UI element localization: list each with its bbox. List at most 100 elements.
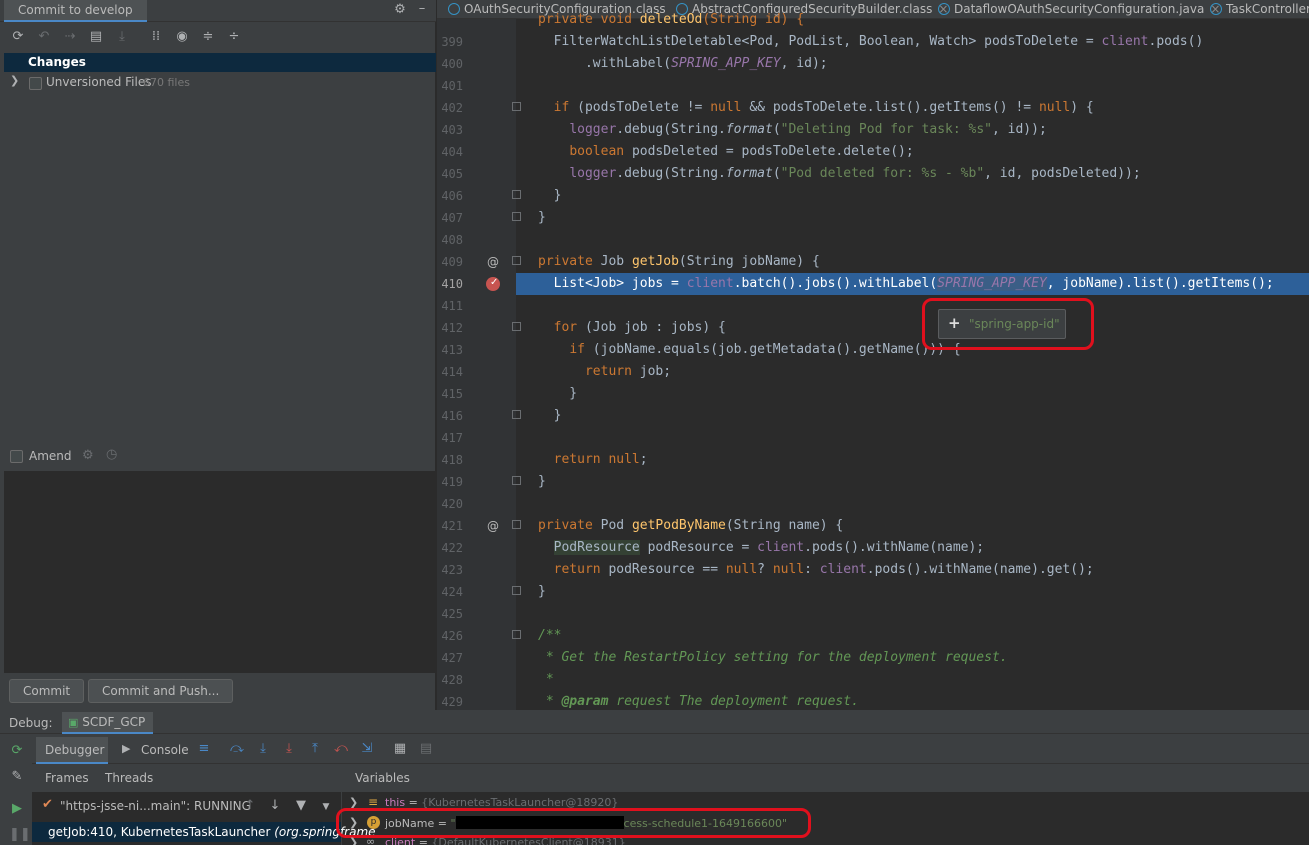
resume-icon[interactable]: ▶ [9,801,25,817]
fold-marker-icon[interactable] [512,190,521,199]
gear-icon[interactable]: ⚙ [82,448,94,463]
code-line[interactable]: return job; [538,364,671,379]
arrow-down-icon[interactable]: ↓ [267,798,283,814]
fold-marker-icon[interactable] [512,410,521,419]
unversioned-checkbox[interactable] [29,77,42,90]
console-icon: ▶ [122,742,131,755]
amend-label[interactable]: Amend [29,449,72,463]
code-line[interactable]: } [538,584,546,599]
chevron-down-icon[interactable]: ▼ [318,799,334,815]
tab-dataflow-oauth-security-configuration[interactable]: DataflowOAuthSecurityConfiguration.java × [938,0,1220,19]
tab-frames[interactable]: Frames [45,771,89,785]
rollback-icon[interactable]: ↶ [36,29,52,45]
code-line[interactable]: for (Job job : jobs) { [538,320,726,335]
chevron-right-icon[interactable]: ❯ [10,74,19,87]
code-line[interactable]: private void deleteOd(String id) { [538,12,804,27]
line-number: 404 [441,145,463,159]
code-line[interactable]: return null; [538,452,648,467]
expand-all-icon[interactable]: ≑ [200,29,216,45]
step-out-icon[interactable]: ⤒ [307,741,323,757]
code-line[interactable]: if (jobName.equals(job.getMetadata().get… [538,342,960,357]
tab-debugger[interactable]: Debugger [45,743,104,757]
code-line[interactable]: } [538,188,562,203]
code-line[interactable]: } [538,386,577,401]
code-line[interactable]: * @param request The deployment request. [538,694,859,709]
line-number: 418 [441,453,463,467]
force-step-into-icon[interactable]: ⤓ [281,741,297,757]
code-line[interactable]: /** [538,628,561,643]
override-marker-icon[interactable]: @ [487,519,499,533]
line-number: 416 [441,409,463,423]
menu-icon[interactable]: ≡ [196,741,212,757]
step-over-icon[interactable]: ⤼ [229,741,245,757]
code-line[interactable]: logger.debug(String.format("Pod deleted … [538,166,1140,181]
line-number: 401 [441,79,463,93]
code-line[interactable]: logger.debug(String.format("Deleting Pod… [538,122,1046,137]
minimize-icon[interactable]: – [414,1,430,17]
run-to-cursor-icon[interactable]: ⇲ [359,741,375,757]
refresh-icon[interactable]: ⟳ [10,29,26,45]
code-line[interactable]: } [538,210,546,225]
move-icon[interactable]: ⇢ [62,29,78,45]
chevron-right-icon[interactable]: ❯ [349,836,358,845]
trace-icon[interactable]: ▤ [418,741,434,757]
code-line[interactable]: } [538,408,562,423]
unversioned-files-label[interactable]: Unversioned Files [46,75,152,89]
fold-marker-icon[interactable] [512,102,521,111]
code-line[interactable]: * Get the RestartPolicy setting for the … [538,650,1008,665]
tab-console[interactable]: Console [141,743,189,757]
tab-threads[interactable]: Threads [105,771,153,785]
commit-and-push-button[interactable]: Commit and Push... [88,679,234,703]
settings-wrench-icon[interactable]: ✎ [9,769,25,785]
code-line[interactable]: FilterWatchListDeletable<Pod, PodList, B… [538,34,1204,49]
thread-selector[interactable]: "https-jsse-ni...main": RUNNING [60,799,251,813]
evaluate-icon[interactable]: ▦ [392,741,408,757]
amend-checkbox[interactable] [10,450,23,463]
fold-marker-icon[interactable] [512,586,521,595]
code-line[interactable]: boolean podsDeleted = podsToDelete.delet… [538,144,913,159]
line-number: 400 [441,57,463,71]
gear-icon[interactable]: ⚙ [392,2,408,18]
code-line[interactable]: return podResource == null? null: client… [538,562,1094,577]
code-line[interactable]: .withLabel(SPRING_APP_KEY, id); [538,56,828,71]
step-into-icon[interactable]: ⤓ [255,741,271,757]
fold-marker-icon[interactable] [512,322,521,331]
frame-entry[interactable]: getJob:410, KubernetesTaskLauncher (org.… [48,825,376,839]
class-icon [448,3,460,15]
commit-panel-title[interactable]: Commit to develop [4,0,147,22]
rerun-icon[interactable]: ⟳ [9,743,25,759]
collapse-all-icon[interactable]: ÷ [226,29,242,45]
fold-marker-icon[interactable] [512,212,521,221]
code-line[interactable]: PodResource podResource = client.pods().… [538,540,984,555]
show-diff-icon[interactable]: ▤ [88,29,104,45]
fold-marker-icon[interactable] [512,630,521,639]
line-number: 417 [441,431,463,445]
commit-message-area[interactable] [4,471,436,673]
fold-marker-icon[interactable] [512,520,521,529]
pause-icon[interactable]: ❚❚ [9,827,31,843]
filter-icon[interactable]: ▼ [293,798,309,814]
code-line[interactable]: } [538,474,546,489]
code-line-current[interactable]: List<Job> jobs = client.batch().jobs().w… [538,276,1274,291]
history-icon[interactable]: ◷ [106,447,117,462]
fold-marker-icon[interactable] [512,256,521,265]
tab-task-controller[interactable]: TaskControllerI [1210,0,1309,19]
drop-frame-icon[interactable]: ⤺ [333,741,349,757]
code-line[interactable]: if (podsToDelete != null && podsToDelete… [538,100,1094,115]
commit-button[interactable]: Commit [9,679,85,703]
eye-icon[interactable]: ◉ [174,29,190,45]
line-number: 426 [441,629,463,643]
code-line[interactable]: * [538,672,554,687]
line-number: 399 [441,35,463,49]
tab-scdf-gcp[interactable]: ▣ SCDF_GCP [62,712,154,734]
fold-marker-icon[interactable] [512,476,521,485]
arrow-up-icon[interactable]: ↑ [242,798,258,814]
variable-client[interactable]: client = {DefaultKubernetesClient@18931} [385,836,626,845]
code-line[interactable]: private Job getJob(String jobName) { [538,254,820,269]
group-by-icon[interactable]: ⁞⁞ [148,29,164,45]
line-number: 409 [441,255,463,269]
code-line[interactable]: private Pod getPodByName(String name) { [538,518,843,533]
line-number: 420 [441,497,463,511]
override-marker-icon[interactable]: @ [487,255,499,269]
shelve-icon[interactable]: ⤓ [114,29,130,45]
